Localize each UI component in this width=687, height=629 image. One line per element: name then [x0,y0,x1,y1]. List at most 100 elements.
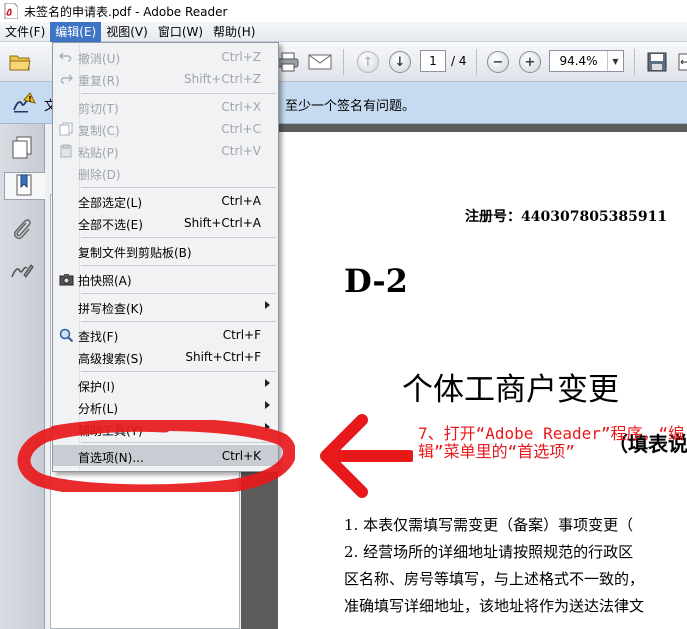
paste-icon [58,143,74,159]
menu-item-label: 查找(F) [78,330,119,344]
redo-icon [58,71,74,87]
undo-icon [58,49,74,65]
document-line: 区名称、房号等填写，与上述格式不一致的， [344,570,645,588]
document-line: 准确填写详细地址，该地址将作为送达法律文 [344,597,645,615]
fit-width-icon[interactable] [673,50,687,74]
menu-item-shortcut: Ctrl+A [221,194,261,208]
menu-item-shortcut: Ctrl+X [221,100,261,114]
tutorial-annotation: 7、打开“Adobe Reader”程序，“编辑”菜单里的“首选项” [418,424,685,461]
submenu-arrow-icon [265,423,270,431]
document-line: 2. 经营场所的详细地址请按照规范的行政区 [344,543,634,561]
menu-item-spell-check[interactable]: 拼写检查(K) [53,296,278,317]
menu-item-label: 拼写检查(K) [78,302,144,316]
signatures-icon[interactable] [8,258,36,286]
zoom-in-icon[interactable]: + [518,50,542,74]
menu-item-undo[interactable]: 撤消(U) Ctrl+Z [53,46,278,67]
menu-item-delete[interactable]: 删除(D) [53,162,278,183]
registration-number: 注册号：440307805385911 [465,209,668,225]
menu-item-cut[interactable]: 剪切(T) Ctrl+X [53,96,278,117]
camera-icon [58,271,74,287]
page-down-icon[interactable]: ↓ [388,50,412,74]
menu-item-copy[interactable]: 复制(C) Ctrl+C [53,118,278,139]
signature-warning-icon[interactable] [12,92,36,117]
menu-item-shortcut: Shift+Ctrl+A [184,216,261,230]
menu-item-advanced-search[interactable]: 高级搜索(S) Shift+Ctrl+F [53,346,278,367]
print-icon[interactable] [276,50,300,74]
menu-separator [81,442,276,443]
menu-separator [81,265,276,266]
menu-item-shortcut: Ctrl+C [221,122,261,136]
menu-edit[interactable]: 编辑(E) [50,21,102,42]
pages-icon[interactable] [8,134,36,162]
menu-separator [81,293,276,294]
menu-item-shortcut: Shift+Ctrl+F [185,350,261,364]
pdf-icon [4,2,19,20]
left-navigation [0,124,45,629]
menu-separator [81,321,276,322]
toolbar-separator [476,49,477,75]
menu-item-paste[interactable]: 粘贴(P) Ctrl+V [53,140,278,161]
menu-item-label: 复制(C) [78,124,120,138]
menu-item-label: 剪切(T) [78,102,119,116]
menu-window[interactable]: 窗口(W) [153,22,208,42]
menu-item-label: 撤消(U) [78,52,121,66]
toolbar-separator [343,49,344,75]
menu-help[interactable]: 帮助(H) [208,22,260,42]
menu-item-label: 分析(L) [78,402,119,416]
menu-item-snapshot[interactable]: 拍快照(A) [53,268,278,289]
menu-item-preferences[interactable]: 首选项(N)... Ctrl+K [53,445,278,466]
menu-item-accessibility[interactable]: 辅助工具(Y) [53,418,278,439]
menu-item-shortcut: Shift+Ctrl+Z [184,72,261,86]
zoom-out-icon[interactable]: − [486,50,510,74]
menu-separator [81,187,276,188]
submenu-arrow-icon [265,379,270,387]
page-total: / 4 [451,54,467,68]
window-title: 未签名的申请表.pdf - Adobe Reader [24,4,228,19]
menu-item-label: 重复(R) [78,74,120,88]
menu-file[interactable]: 文件(F) [0,22,50,42]
page-number-input[interactable] [420,50,446,72]
menu-item-deselect-all[interactable]: 全部不选(E) Shift+Ctrl+A [53,212,278,233]
search-icon [58,327,74,343]
menu-item-shortcut: Ctrl+F [222,328,261,342]
menu-item-shortcut: Ctrl+V [221,144,261,158]
save-icon[interactable] [645,50,669,74]
attachments-icon[interactable] [8,216,36,244]
menu-item-analysis[interactable]: 分析(L) [53,396,278,417]
menu-separator [81,237,276,238]
menu-item-label: 拍快照(A) [78,274,132,288]
email-icon[interactable] [308,50,332,74]
submenu-arrow-icon [265,401,270,409]
menu-item-copy-file-to-clipboard[interactable]: 复制文件到剪贴板(B) [53,240,278,261]
menu-bar: 文件(F) 编辑(E) 视图(V) 窗口(W) 帮助(H) [0,21,687,42]
chevron-down-icon[interactable]: ▼ [607,51,623,71]
menu-item-label: 辅助工具(Y) [78,424,143,438]
menu-item-label: 粘贴(P) [78,146,119,160]
document-line: 1. 本表仅需填写需变更（备案）事项变更（ [344,516,634,534]
menu-item-find[interactable]: 查找(F) Ctrl+F [53,324,278,345]
menu-separator [81,93,276,94]
menu-item-protection[interactable]: 保护(I) [53,374,278,395]
menu-item-label: 删除(D) [78,168,121,182]
open-folder-icon[interactable] [8,50,32,74]
menu-item-select-all[interactable]: 全部选定(L) Ctrl+A [53,190,278,211]
document-page: 注册号：440307805385911 D-2 个体工商户变更 （填表说 1. … [278,132,687,629]
menu-item-label: 首选项(N)... [78,451,144,465]
bookmarks-icon[interactable] [4,172,45,200]
menu-item-label: 全部不选(E) [78,218,143,232]
form-code: D-2 [344,262,408,300]
menu-item-redo[interactable]: 重复(R) Shift+Ctrl+Z [53,68,278,89]
page-up-icon[interactable]: ↑ [356,50,380,74]
notice-text: 至少一个签名有问题。 [285,99,416,114]
menu-item-label: 全部选定(L) [78,196,143,210]
menu-view[interactable]: 视图(V) [101,22,153,42]
menu-item-shortcut: Ctrl+K [221,449,261,463]
menu-separator [81,371,276,372]
menu-item-label: 高级搜索(S) [78,352,143,366]
copy-icon [58,121,74,137]
document-title: 个体工商户变更 [402,372,619,408]
zoom-select[interactable]: 94.4% ▼ [549,50,624,72]
toolbar-separator [634,49,635,75]
edit-menu-dropdown: 撤消(U) Ctrl+Z 重复(R) Shift+Ctrl+Z 剪切(T) Ct… [52,42,279,472]
title-bar: 未签名的申请表.pdf - Adobe Reader [0,0,687,22]
